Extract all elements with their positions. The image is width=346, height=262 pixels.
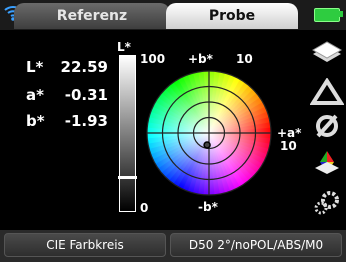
lightness-bar-title: L* (117, 40, 131, 54)
l-value: 22.59 (60, 58, 108, 76)
lightness-marker (118, 175, 137, 179)
tab-probe[interactable]: Probe (166, 3, 298, 29)
lightness-bottom-label: 0 (140, 201, 149, 215)
measurement-settings-button[interactable]: D50 2°/noPOL/ABS/M0 (170, 233, 342, 257)
battery-tip (339, 11, 343, 17)
measure-icon[interactable] (310, 36, 344, 64)
cie-color-wheel (146, 70, 272, 196)
settings-gear-icon[interactable] (310, 188, 344, 216)
b-value: -1.93 (64, 112, 108, 130)
a-value: -0.31 (64, 86, 108, 104)
delta-icon[interactable] (310, 78, 344, 106)
lightness-top-label: 100 (140, 52, 166, 66)
battery-icon (314, 8, 340, 22)
sample-point (203, 141, 211, 149)
null-icon[interactable] (310, 112, 344, 140)
lightness-bar (119, 55, 136, 212)
cie-farbkreis-button[interactable]: CIE Farbkreis (4, 233, 166, 257)
color-chart-icon[interactable] (310, 148, 344, 176)
plus-b-label: +b* (188, 52, 213, 66)
tab-referenz[interactable]: Referenz (14, 3, 170, 29)
plus-a-label: +a* (277, 126, 302, 140)
plus-b-scale: 10 (236, 52, 253, 66)
minus-b-label: -b* (198, 200, 218, 214)
plus-a-scale: 10 (280, 139, 297, 153)
